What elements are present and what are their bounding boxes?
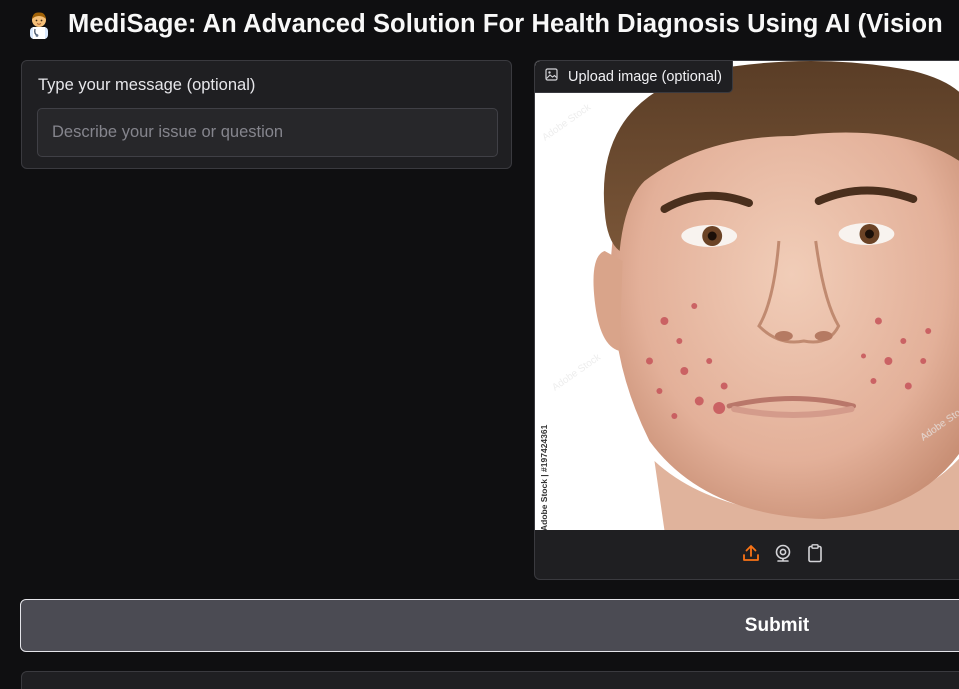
output-panel	[21, 671, 959, 689]
message-panel: Type your message (optional)	[21, 60, 512, 169]
image-preview[interactable]: Upload image (optional) Adobe Stock Adob…	[535, 61, 959, 530]
image-toolbar	[535, 530, 959, 579]
clipboard-icon	[805, 543, 825, 568]
image-upload-panel: Upload image (optional) Adobe Stock Adob…	[534, 60, 959, 580]
upload-image-label-text: Upload image (optional)	[568, 68, 722, 85]
health-worker-icon	[24, 9, 54, 39]
page-title: MediSage: An Advanced Solution For Healt…	[68, 9, 943, 38]
upload-image-label: Upload image (optional)	[535, 61, 733, 93]
image-icon	[545, 67, 558, 86]
uploaded-photo: Adobe Stock Adobe Stock Adobe Stock	[535, 61, 959, 530]
stock-watermark: Adobe Stock | #197424361	[539, 424, 549, 530]
paste-clipboard-button[interactable]	[799, 540, 831, 572]
upload-icon	[741, 543, 761, 568]
webcam-icon	[773, 543, 793, 568]
upload-button[interactable]	[735, 540, 767, 572]
webcam-button[interactable]	[767, 540, 799, 572]
message-label: Type your message (optional)	[38, 76, 256, 94]
message-input[interactable]	[37, 108, 498, 157]
submit-button[interactable]: Submit	[20, 599, 959, 652]
page-header: MediSage: An Advanced Solution For Healt…	[24, 6, 943, 42]
app-page: MediSage: An Advanced Solution For Healt…	[0, 0, 959, 689]
